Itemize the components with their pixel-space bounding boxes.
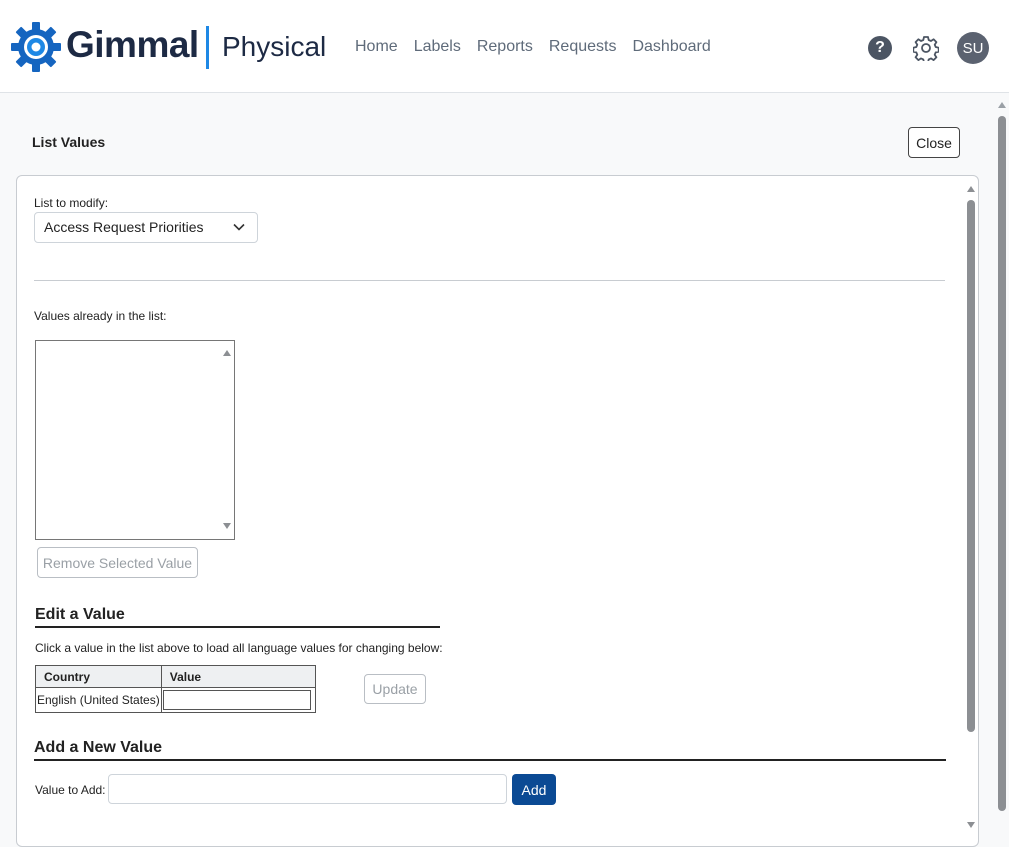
update-button[interactable]: Update — [364, 674, 426, 704]
scroll-up-arrow-icon[interactable] — [998, 102, 1006, 108]
language-value-input[interactable] — [162, 690, 311, 710]
page-scroll-thumb[interactable] — [998, 116, 1006, 811]
close-button[interactable]: Close — [908, 127, 960, 158]
nav-labels[interactable]: Labels — [414, 38, 461, 56]
language-values-table: Country Value English (United States) — [35, 665, 316, 713]
gimmal-gear-logo-icon — [11, 22, 61, 72]
values-listbox[interactable] — [35, 340, 235, 540]
country-cell: English (United States) — [35, 687, 162, 713]
panel-scroll-thumb[interactable] — [967, 200, 975, 732]
listbox-scroll-up-icon[interactable] — [223, 350, 231, 356]
value-to-add-label: Value to Add: — [35, 783, 106, 797]
nav-home[interactable]: Home — [355, 38, 398, 56]
table-row: English (United States) — [35, 687, 316, 713]
brand-divider — [206, 26, 209, 69]
section-divider — [34, 280, 945, 281]
page-title: List Values — [32, 134, 106, 150]
edit-value-heading: Edit a Value — [35, 606, 125, 623]
help-icon[interactable]: ? — [868, 36, 892, 60]
column-header-value: Value — [160, 665, 316, 688]
column-header-country: Country — [35, 665, 162, 688]
nav-dashboard[interactable]: Dashboard — [632, 38, 710, 56]
list-values-panel: List to modify: Access Request Prioritie… — [16, 175, 979, 847]
edit-value-underline — [35, 626, 440, 628]
product-name: Physical — [222, 31, 327, 62]
value-cell — [160, 687, 316, 713]
brand-name: Gimmal — [66, 24, 199, 65]
list-to-modify-selected-value: Access Request Priorities — [44, 219, 204, 235]
add-value-underline — [34, 759, 946, 761]
panel-scrollbar[interactable] — [966, 184, 976, 834]
list-to-modify-select[interactable]: Access Request Priorities — [34, 212, 258, 243]
page-scrollbar[interactable] — [996, 100, 1008, 835]
panel-scroll-down-icon[interactable] — [967, 822, 975, 828]
top-navbar: Gimmal Physical Home Labels Reports Requ… — [0, 0, 1009, 93]
values-list-label: Values already in the list: — [34, 309, 167, 323]
panel-scroll-up-icon[interactable] — [967, 186, 975, 192]
edit-value-hint: Click a value in the list above to load … — [35, 641, 443, 655]
gear-icon[interactable] — [913, 35, 939, 61]
main-nav: Home Labels Reports Requests Dashboard — [355, 38, 711, 56]
nav-requests[interactable]: Requests — [549, 38, 617, 56]
value-to-add-input[interactable] — [108, 774, 507, 804]
remove-selected-value-button[interactable]: Remove Selected Value — [37, 547, 198, 578]
add-button[interactable]: Add — [512, 774, 556, 805]
nav-reports[interactable]: Reports — [477, 38, 533, 56]
add-value-heading: Add a New Value — [34, 739, 163, 756]
listbox-scroll-down-icon[interactable] — [223, 523, 231, 529]
chevron-down-icon — [233, 223, 245, 231]
list-to-modify-label: List to modify: — [34, 196, 109, 210]
user-avatar[interactable]: SU — [957, 32, 989, 64]
